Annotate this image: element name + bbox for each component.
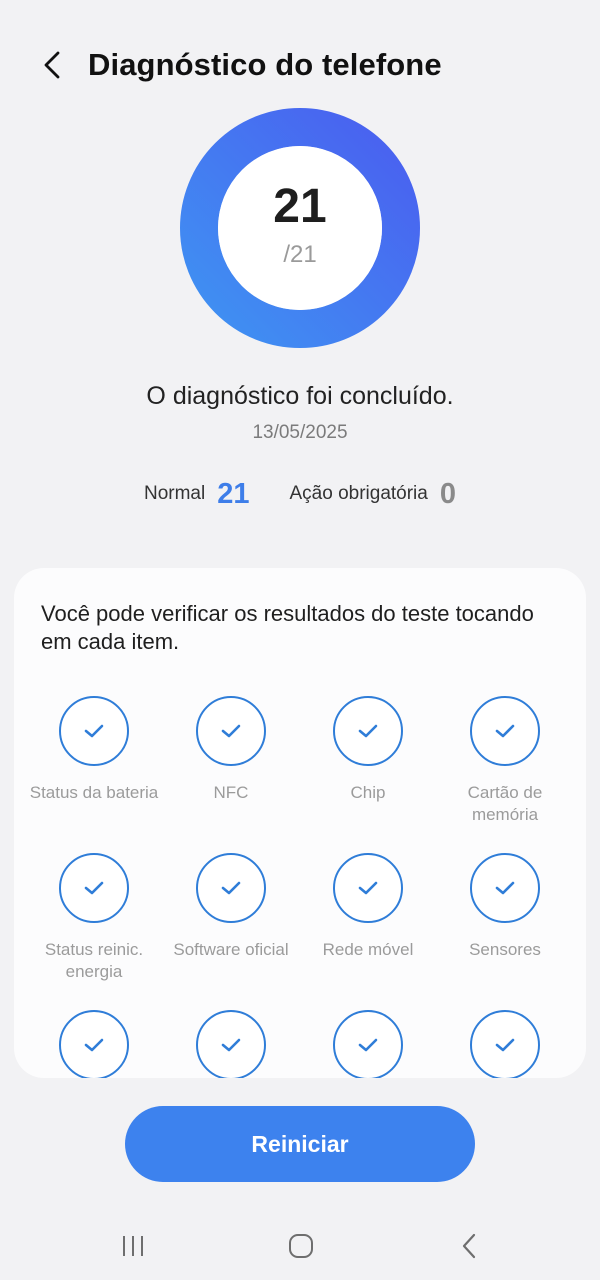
result-item[interactable] <box>437 1010 573 1078</box>
checkmark-icon <box>495 724 515 738</box>
normal-label: Normal <box>143 483 206 504</box>
checkmark-icon <box>84 724 104 738</box>
checkmark-icon <box>221 881 241 895</box>
results-card: Você pode verificar os resultados do tes… <box>14 568 586 1078</box>
result-item-label: Sensores <box>469 940 541 959</box>
result-item[interactable]: Status reinic. energia <box>26 853 162 983</box>
check-circle <box>59 1010 129 1078</box>
checkmark-icon <box>84 881 104 895</box>
action-required-count: 0 <box>439 477 456 510</box>
check-circle <box>470 696 540 766</box>
check-circle <box>333 696 403 766</box>
result-item[interactable]: NFC <box>163 696 299 804</box>
checkmark-icon <box>221 724 241 738</box>
checkmark-icon <box>495 1038 515 1052</box>
check-circle <box>196 1010 266 1078</box>
check-circle <box>470 853 540 923</box>
check-circle <box>59 696 129 766</box>
action-count-group: Ação obrigatória 0 <box>289 478 456 511</box>
result-item-label: Software oficial <box>173 940 289 959</box>
restart-button[interactable]: Reiniciar <box>125 1106 475 1182</box>
result-item-label: NFC <box>213 783 249 802</box>
score-value: 21 <box>273 180 327 233</box>
checkmark-icon <box>358 1038 378 1052</box>
result-item-label: Chip <box>350 783 386 802</box>
result-item[interactable]: Cartão de memória <box>437 696 573 826</box>
result-item[interactable] <box>26 1010 162 1078</box>
app-header: Diagnóstico do telefone <box>0 30 600 100</box>
system-nav-bar <box>0 1212 600 1280</box>
check-circle <box>196 696 266 766</box>
checkmark-icon <box>495 881 515 895</box>
back-button[interactable] <box>32 45 72 85</box>
score-ring: 21 /21 <box>180 108 420 348</box>
check-circle <box>333 853 403 923</box>
result-item-label: Cartão de memória <box>467 783 543 824</box>
result-item[interactable]: Sensores <box>437 853 573 961</box>
normal-count: 21 <box>217 477 250 510</box>
result-item[interactable] <box>163 1010 299 1078</box>
result-item[interactable]: Rede móvel <box>300 853 436 961</box>
result-item-label: Status reinic. energia <box>44 940 144 981</box>
checkmark-icon <box>84 1038 104 1052</box>
home-button[interactable] <box>271 1224 331 1268</box>
back-icon <box>462 1233 476 1259</box>
checkmark-icon <box>358 724 378 738</box>
result-counts: Normal 21 Ação obrigatória 0 <box>0 474 600 514</box>
checkmark-icon <box>221 1038 241 1052</box>
check-circle <box>196 853 266 923</box>
recents-button[interactable] <box>103 1224 163 1268</box>
results-description: Você pode verificar os resultados do tes… <box>41 601 534 654</box>
status-message: O diagnóstico foi concluído. <box>146 382 454 410</box>
status-date: 13/05/2025 <box>252 422 348 443</box>
check-circle <box>59 853 129 923</box>
check-circle <box>333 1010 403 1078</box>
normal-count-group: Normal 21 <box>144 478 250 511</box>
home-icon <box>289 1234 313 1258</box>
check-circle <box>470 1010 540 1078</box>
checkmark-icon <box>358 881 378 895</box>
recents-icon <box>123 1236 143 1256</box>
page-title: Diagnóstico do telefone <box>88 47 442 82</box>
chevron-left-icon <box>44 51 60 79</box>
score-total: /21 <box>283 241 317 268</box>
result-item[interactable] <box>300 1010 436 1078</box>
result-item[interactable]: Software oficial <box>163 853 299 961</box>
nav-back-button[interactable] <box>440 1224 500 1268</box>
result-item-label: Rede móvel <box>322 940 414 959</box>
result-item-label: Status da bateria <box>29 783 159 802</box>
action-required-label: Ação obrigatória <box>289 483 428 504</box>
result-item[interactable]: Status da bateria <box>26 696 162 804</box>
result-item[interactable]: Chip <box>300 696 436 804</box>
